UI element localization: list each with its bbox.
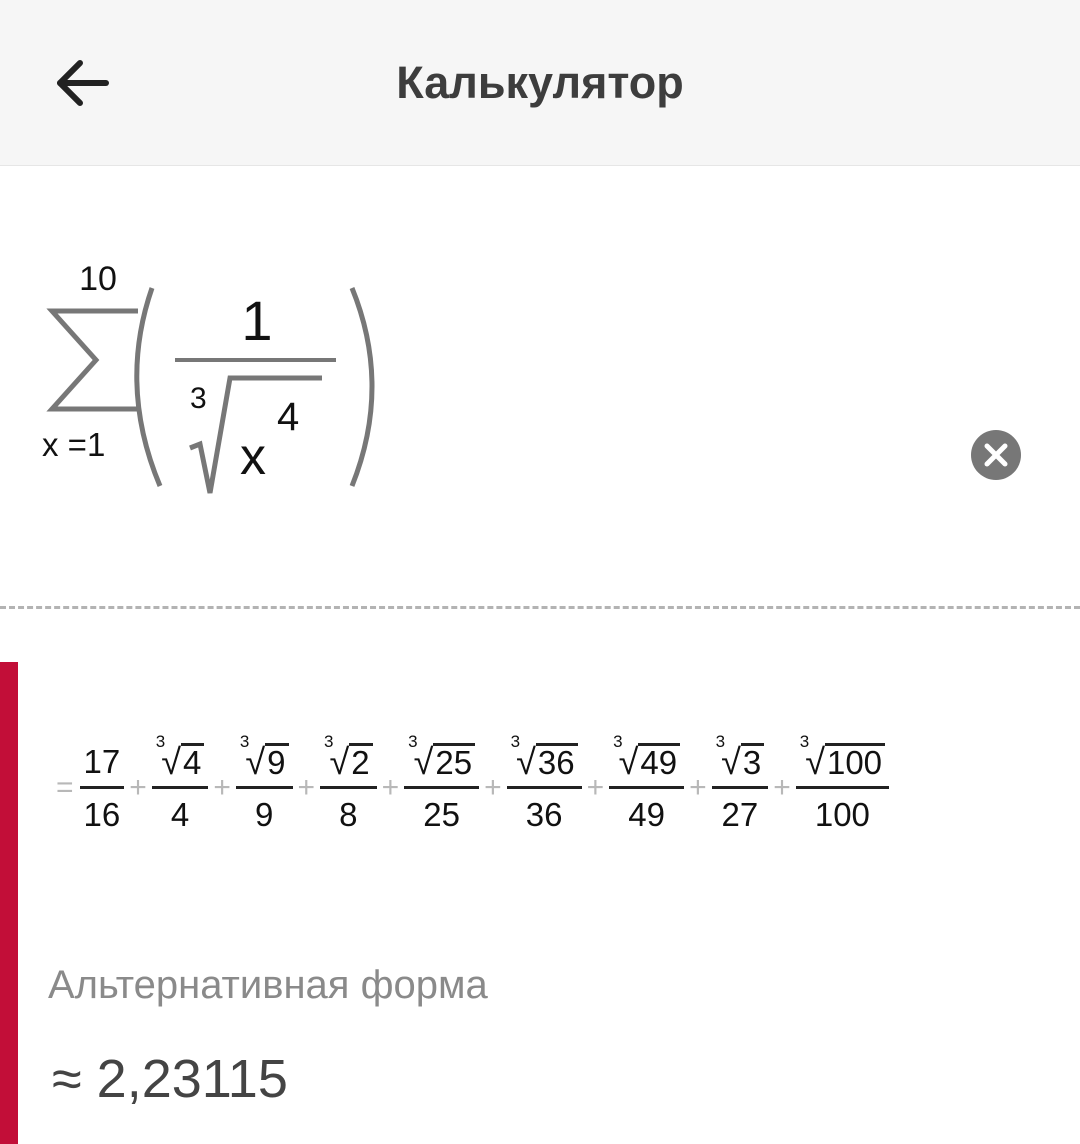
fraction-bar: [609, 786, 685, 789]
plus-sign: +: [689, 771, 707, 804]
term-numerator: 3 √ 3: [712, 732, 769, 780]
root-index: 3: [715, 732, 726, 751]
radicand: 100: [824, 743, 886, 780]
clear-button[interactable]: [971, 430, 1021, 480]
root-index: 3: [408, 732, 418, 751]
term-denominator: 27: [721, 796, 759, 833]
approx-symbol: ≈: [52, 1049, 82, 1109]
expression-display[interactable]: 10 x =1 1 3 x 4: [0, 190, 1080, 570]
right-parenthesis: [349, 287, 375, 487]
app-bar: Калькулятор: [0, 0, 1080, 166]
fraction-bar: [506, 786, 582, 789]
radicand: 3: [740, 743, 765, 780]
root-index: 3: [324, 732, 334, 751]
root-index: 3: [190, 382, 207, 415]
term-numerator: 3 √ 36: [507, 732, 582, 780]
fraction-bar: [404, 786, 480, 789]
fraction-term: 3 √ 3 27: [711, 732, 769, 833]
approx-number: 2,23115: [96, 1049, 288, 1109]
root-index: 3: [155, 732, 166, 751]
plus-sign: +: [381, 771, 400, 804]
term-numerator: 3 √ 2: [320, 732, 377, 780]
term-numerator: 17: [83, 742, 121, 780]
fraction-bar: [79, 785, 125, 789]
term-denominator: 100: [814, 796, 870, 833]
term-denominator: 8: [339, 796, 358, 833]
term-numerator: 3 √ 9: [236, 732, 293, 780]
fraction-term: 3 √ 49 49: [609, 732, 685, 833]
fraction-term: 17 16: [79, 742, 125, 833]
radicand: 2: [349, 743, 373, 780]
cube-root: 3 √ 49: [613, 732, 681, 780]
cube-root: 3 √ 36: [511, 732, 578, 780]
plus-sign: +: [129, 771, 147, 804]
result-accent-bar: [0, 662, 18, 1144]
radicand: 9: [265, 743, 289, 780]
plus-sign: +: [773, 771, 791, 804]
expanded-result: = 17 16 +3 √ 4 4 +3 √ 9 9 +3 √ 2 8 +3 √ 25 25 +3 √ 36 36 +3 √ 49 4…: [52, 728, 890, 848]
fraction-term: 3 √ 2 8: [320, 732, 377, 833]
plus-sign: +: [586, 771, 605, 804]
root-index: 3: [613, 732, 623, 751]
radicand-exponent: 4: [277, 395, 299, 439]
radicand: 49: [638, 743, 681, 780]
numerator: 1: [241, 289, 272, 352]
plus-sign: +: [213, 771, 231, 804]
fraction-term: 3 √ 100 100: [795, 732, 890, 833]
alternative-form-label: Альтернативная форма: [48, 963, 488, 1007]
dashed-divider: [0, 606, 1080, 609]
radicand: 36: [535, 743, 578, 780]
fraction-bar: [151, 786, 209, 789]
root-index: 3: [799, 732, 810, 751]
fraction-bar: [711, 786, 769, 789]
fraction-term: 3 √ 36 36: [506, 732, 582, 833]
sum-lower-limit: x =1: [42, 426, 105, 463]
sigma-symbol: [46, 308, 138, 412]
term-denominator: 36: [525, 796, 563, 833]
term-numerator: 3 √ 49: [609, 732, 684, 780]
approximate-value: ≈ 2,23115: [52, 1048, 288, 1110]
cube-root: 3 √ 9: [240, 732, 289, 780]
sum-upper-limit: 10: [79, 260, 117, 298]
fraction-bar: [235, 786, 293, 789]
fraction-term: 3 √ 4 4: [151, 732, 209, 833]
radicand-base: x: [240, 428, 266, 486]
fraction-term: 3 √ 9 9: [235, 732, 293, 833]
cube-root: 3 √ 100: [800, 732, 886, 780]
root-index: 3: [239, 732, 250, 751]
term-denominator: 49: [628, 796, 665, 833]
fraction-term: 3 √ 25 25: [404, 732, 480, 833]
cube-root: 3 √ 4: [156, 732, 205, 780]
close-icon: [984, 443, 1008, 467]
term-numerator: 3 √ 4: [152, 732, 209, 780]
term-denominator: 4: [170, 796, 190, 833]
term-denominator: 9: [255, 796, 274, 833]
page-title: Калькулятор: [396, 57, 684, 108]
radicand: 4: [181, 743, 205, 780]
plus-sign: +: [484, 771, 502, 804]
term-numerator: 3 √ 25: [404, 732, 479, 780]
term-denominator: 16: [83, 795, 121, 833]
plus-sign: +: [297, 771, 316, 804]
radicand: 25: [433, 743, 476, 780]
left-parenthesis: [134, 287, 163, 487]
equals-sign: =: [56, 771, 74, 804]
term-numerator: 3 √ 100: [796, 732, 889, 780]
cube-root: 3 √ 2: [324, 732, 373, 780]
term-denominator: 25: [423, 796, 460, 833]
fraction-bar: [320, 786, 377, 789]
root-index: 3: [510, 732, 521, 751]
fraction-bar: [795, 786, 890, 789]
cube-root: 3 √ 25: [408, 732, 476, 780]
cube-root: 3 √ 3: [716, 732, 765, 780]
